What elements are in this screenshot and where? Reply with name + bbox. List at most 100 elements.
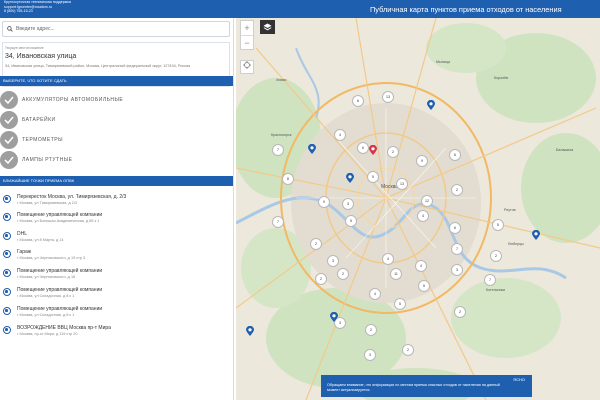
location-pin-icon <box>3 326 11 334</box>
address-caption: Текущее местоположение <box>5 46 44 50</box>
waste-label: БАТАРЕЙКИ <box>22 117 56 123</box>
point-item[interactable]: Помещение управляющей компании г Москва,… <box>0 209 233 227</box>
location-pin-icon <box>3 213 11 221</box>
waste-item-mercury-lamps[interactable]: ЛАМПЫ РТУТНЫЕ <box>0 150 233 170</box>
search-box[interactable] <box>2 21 230 37</box>
cluster-marker[interactable]: 7 <box>451 243 463 255</box>
point-item[interactable]: Гараж г Москва, ул Черняховского, д 19 с… <box>0 246 233 264</box>
cluster-marker[interactable]: 4 <box>417 210 429 222</box>
cluster-marker[interactable]: 4 <box>369 288 381 300</box>
notice-ok-button[interactable]: ЯСНО <box>513 377 525 382</box>
map-pin-icon[interactable] <box>246 326 254 336</box>
point-item[interactable]: DHL г Москва, ул 8 Марта, д 14 <box>0 228 233 246</box>
point-name: Гараж <box>17 249 32 255</box>
check-icon <box>4 96 14 104</box>
waste-check[interactable] <box>0 91 18 109</box>
zoom-out-button[interactable]: − <box>241 35 253 49</box>
waste-label: АККУМУЛЯТОРЫ АВТОМОБИЛЬНЫЕ <box>22 97 124 103</box>
map-pin-icon[interactable] <box>346 173 354 183</box>
cluster-marker[interactable]: 9 <box>416 155 428 167</box>
map-pin-icon[interactable] <box>330 312 338 322</box>
cluster-marker[interactable]: 2 <box>454 306 466 318</box>
cluster-marker[interactable]: 3 <box>451 264 463 276</box>
check-icon <box>4 136 14 144</box>
top-header: Круглосуточная техническая поддержка sup… <box>0 0 600 18</box>
map-view[interactable]: Москва Химки Мытищи Королёв Балашиха Реу… <box>236 18 600 400</box>
cluster-marker[interactable]: 3 <box>342 198 354 210</box>
cluster-marker[interactable]: 7 <box>272 216 284 228</box>
map-tiles <box>236 18 600 400</box>
points-section-title: БЛИЖАЙШИЕ ТОЧКИ ПРИЕМА ОПВК <box>0 176 233 186</box>
address-full: 34, Ивановская улица, Тимирязевский райо… <box>5 64 191 68</box>
point-item[interactable]: Помещение управляющей компании г Москва,… <box>0 265 233 283</box>
zoom-in-button[interactable]: + <box>241 21 253 35</box>
cluster-marker[interactable]: 11 <box>390 268 402 280</box>
cluster-marker[interactable]: 8 <box>282 173 294 185</box>
waste-item-thermometers[interactable]: ТЕРМОМЕТРЫ <box>0 130 233 150</box>
cluster-marker[interactable]: 6 <box>357 142 369 154</box>
waste-item-batteries[interactable]: БАТАРЕЙКИ <box>0 110 233 130</box>
cluster-marker[interactable]: 2 <box>387 146 399 158</box>
waste-check[interactable] <box>0 131 18 149</box>
cluster-marker[interactable]: 2 <box>337 268 349 280</box>
cluster-marker[interactable]: 12 <box>421 195 433 207</box>
map-pin-icon[interactable] <box>427 100 435 110</box>
search-input[interactable] <box>16 24 226 34</box>
map-place-label: Котельники <box>486 288 506 292</box>
location-pin-icon <box>3 307 11 315</box>
locate-button[interactable] <box>240 60 254 74</box>
cluster-marker[interactable]: 5 <box>492 219 504 231</box>
search-icon <box>7 26 13 32</box>
cluster-marker[interactable]: 5 <box>418 280 430 292</box>
map-pin-icon[interactable] <box>369 145 377 155</box>
cluster-marker[interactable]: 4 <box>334 129 346 141</box>
cluster-marker[interactable]: 5 <box>394 298 406 310</box>
support-info: Круглосуточная техническая поддержка sup… <box>4 0 71 14</box>
cluster-marker[interactable]: 6 <box>449 222 461 234</box>
cluster-marker[interactable]: 4 <box>382 253 394 265</box>
cluster-marker[interactable]: 13 <box>396 178 408 190</box>
map-place-label: Реутов <box>504 208 516 212</box>
cluster-marker[interactable]: 2 <box>402 344 414 356</box>
point-address: г Москва, ул Черняховского, д 19 стр 3 <box>17 256 86 260</box>
waste-label: ТЕРМОМЕТРЫ <box>22 137 64 143</box>
point-address: г Москва, ул Большая Академическая, д 85… <box>17 219 100 223</box>
point-name: Помещение управляющей компании <box>17 268 103 274</box>
cluster-marker[interactable]: 2 <box>310 238 322 250</box>
waste-check[interactable] <box>0 151 18 169</box>
layers-button[interactable] <box>260 20 275 34</box>
map-pin-icon[interactable] <box>532 230 540 240</box>
notice-text: Обращаем внимание, что информация по мес… <box>327 383 500 392</box>
waste-label: ЛАМПЫ РТУТНЫЕ <box>22 157 73 163</box>
cluster-marker[interactable]: 13 <box>382 91 394 103</box>
point-item[interactable]: ВОЗРОЖДЕНИЕ ВВЦ Москва пр-т Мира г Москв… <box>0 322 233 340</box>
map-pin-icon[interactable] <box>308 144 316 154</box>
waste-check[interactable] <box>0 111 18 129</box>
notice-banner: ЯСНО Обращаем внимание, что информация п… <box>321 375 532 397</box>
support-phone[interactable]: 8 (800) 755-15-23 <box>4 9 71 14</box>
waste-item-car-batteries[interactable]: АККУМУЛЯТОРЫ АВТОМОБИЛЬНЫЕ <box>0 90 233 110</box>
cluster-marker[interactable]: 2 <box>315 273 327 285</box>
cluster-marker[interactable]: 4 <box>415 260 427 272</box>
cluster-marker[interactable]: 5 <box>367 171 379 183</box>
point-name: Помещение управляющей компании <box>17 212 103 218</box>
map-place-label: Мытищи <box>436 60 451 64</box>
cluster-marker[interactable]: 2 <box>365 324 377 336</box>
cluster-marker[interactable]: 5 <box>345 215 357 227</box>
cluster-marker[interactable]: 2 <box>490 250 502 262</box>
point-name: ВОЗРОЖДЕНИЕ ВВЦ Москва пр-т Мира <box>17 325 111 331</box>
cluster-marker[interactable]: 9 <box>318 196 330 208</box>
cluster-marker[interactable]: 6 <box>352 95 364 107</box>
cluster-marker[interactable]: 3 <box>364 349 376 361</box>
cluster-marker[interactable]: 7 <box>272 144 284 156</box>
cluster-marker[interactable]: 3 <box>327 255 339 267</box>
support-line: Круглосуточная техническая поддержка <box>4 0 71 4</box>
cluster-marker[interactable]: 2 <box>451 184 463 196</box>
cluster-marker[interactable]: 7 <box>484 274 496 286</box>
location-pin-icon <box>3 269 11 277</box>
point-item[interactable]: Перекресток Москва, ул. Тимирязевская, д… <box>0 191 233 209</box>
cluster-marker[interactable]: 6 <box>449 149 461 161</box>
map-place-label: Королёв <box>494 76 509 80</box>
point-item[interactable]: Помещение управляющей компании г Москва,… <box>0 303 233 321</box>
point-item[interactable]: Помещение управляющей компании г Москва,… <box>0 284 233 302</box>
